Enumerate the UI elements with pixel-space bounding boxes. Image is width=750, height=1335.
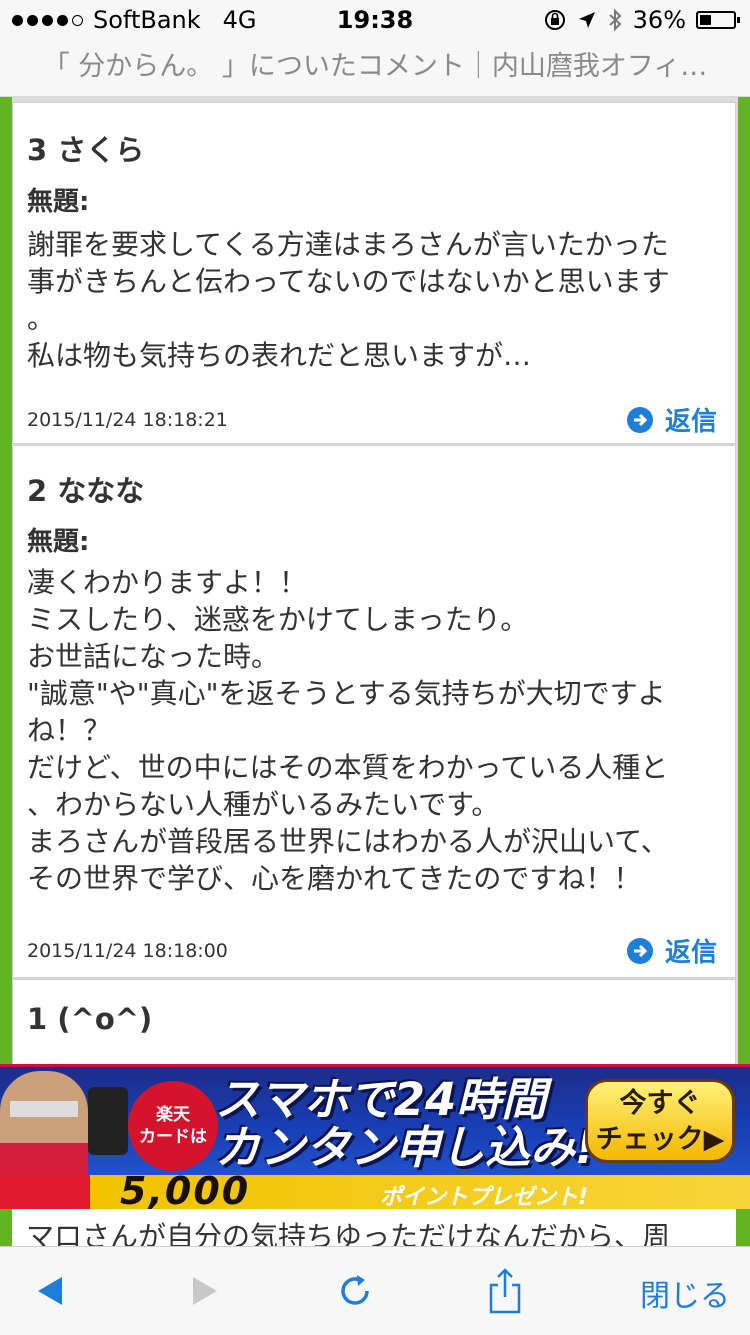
ad-strip: [0, 1175, 750, 1212]
back-button[interactable]: [20, 1247, 80, 1335]
comment-body: 謝罪を要求してくる方達はまろさんが言いたかった 事がきちんと伝わってないのではな…: [27, 228, 670, 372]
ad-phone-image: [88, 1087, 128, 1155]
comment-date: 2015/11/24 18:18:00: [27, 940, 228, 962]
ad-headline-2: カンタン申し込み!: [215, 1121, 596, 1174]
ad-badge: 楽天 カードは: [128, 1081, 218, 1171]
browser-toolbar: 閉じる: [0, 1246, 750, 1335]
page-title: 「 分からん。 」についたコメント｜内山麿我オフィ…: [42, 51, 708, 82]
comment-body: マロさんが自分の気持ちゆっただけなんだから、周: [26, 1220, 671, 1249]
status-bar: SoftBank 4G 19:38 36%: [0, 0, 750, 40]
reply-label: 返信: [664, 938, 717, 968]
comment-body: 凄くわかりますよ！！ ミスしたり、迷惑をかけてしまったり。 お世話になった時。 …: [27, 566, 669, 895]
reply-button[interactable]: 返信: [626, 932, 717, 969]
back-arrow-icon: [38, 1277, 62, 1305]
close-button[interactable]: 閉じる: [640, 1271, 730, 1315]
ad-headline: スマホで24時間: [215, 1073, 547, 1126]
comment-date: 2015/11/24 18:18:21: [27, 409, 228, 431]
forward-button[interactable]: [175, 1247, 235, 1335]
reply-arrow-icon: [626, 406, 653, 433]
bluetooth-icon: [608, 8, 622, 32]
comment-author: 3 さくら: [27, 133, 145, 167]
ad-check-button[interactable]: 今すぐ チェック▶: [585, 1079, 735, 1163]
reload-icon: [341, 1275, 369, 1305]
comment-author: 1 (^o^): [27, 1002, 153, 1036]
battery-icon: [696, 11, 740, 29]
content-frame: 3 さくら 無題: 謝罪を要求してくる方達はまろさんが言いたかった 事がきちんと…: [0, 97, 750, 1067]
reply-arrow-icon: [626, 937, 653, 964]
status-icons: 36%: [543, 6, 740, 34]
battery-percent: 36%: [632, 6, 686, 34]
comment-item: マロさんが自分の気持ちゆっただけなんだから、周: [12, 1209, 736, 1249]
comment-item: 1 (^o^): [12, 979, 736, 1067]
reply-button[interactable]: 返信: [626, 401, 717, 438]
ad-points: 5,000: [120, 1169, 251, 1212]
page-title-bar[interactable]: 「 分からん。 」についたコメント｜内山麿我オフィ…: [0, 40, 750, 97]
content-frame-bottom: マロさんが自分の気持ちゆっただけなんだから、周: [0, 1209, 750, 1249]
rotation-lock-icon: [544, 10, 565, 30]
comment-item: 3 さくら 無題: 謝罪を要求してくる方達はまろさんが言いたかった 事がきちんと…: [12, 102, 736, 444]
ad-person-image: [0, 1071, 88, 1183]
comment-subject: 無題:: [27, 187, 90, 217]
forward-arrow-icon: [193, 1277, 217, 1305]
share-icon: [489, 1268, 521, 1314]
reload-button[interactable]: [325, 1247, 385, 1335]
location-icon: [578, 12, 595, 28]
banner-ad[interactable]: 楽天 カードは スマホで24時間 カンタン申し込み! 今すぐ チェック▶ 5,0…: [0, 1064, 750, 1212]
share-button[interactable]: [475, 1247, 535, 1335]
comment-subject: 無題:: [27, 527, 90, 557]
comment-item: 2 ななな 無題: 凄くわかりますよ！！ ミスしたり、迷惑をかけてしまったり。 …: [12, 445, 736, 978]
ad-present-text: ポイントプレゼント!: [380, 1185, 589, 1210]
comment-list: 3 さくら 無題: 謝罪を要求してくる方達はまろさんが言いたかった 事がきちんと…: [12, 97, 738, 1067]
comment-author: 2 ななな: [27, 474, 145, 508]
reply-label: 返信: [664, 407, 717, 437]
